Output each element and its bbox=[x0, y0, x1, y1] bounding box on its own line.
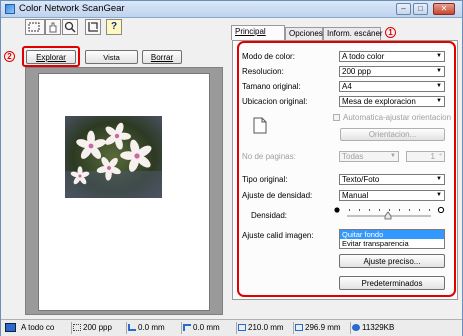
original-size-select[interactable]: A4 ▼ bbox=[339, 81, 445, 92]
density-adjust-label: Ajuste de densidad: bbox=[242, 191, 313, 200]
original-size-value: A4 bbox=[342, 82, 352, 91]
status-offset-x: 0.0 mm bbox=[126, 322, 182, 334]
pages-count-stepper[interactable]: 1 ÷ bbox=[406, 151, 445, 162]
chevron-down-icon: ▼ bbox=[436, 192, 442, 198]
density-slider[interactable] bbox=[333, 204, 447, 222]
image-quality-option[interactable]: Quitar fondo bbox=[340, 230, 444, 239]
pages-select[interactable]: Todas ▼ bbox=[339, 151, 399, 162]
scanner-icon bbox=[5, 323, 16, 332]
auto-orient-checkbox[interactable] bbox=[333, 114, 340, 121]
select-tool-icon[interactable] bbox=[25, 19, 45, 35]
resolution-label: Resolucion: bbox=[242, 67, 284, 76]
tab-inform-label: Inform. escáner bbox=[327, 29, 383, 38]
original-type-label: Tipo original: bbox=[242, 175, 288, 184]
auto-orient-label: Automatica-ajustar orientacion bbox=[343, 113, 452, 122]
status-color-mode: A todo co bbox=[19, 322, 72, 334]
status-resolution-text: 200 ppp bbox=[83, 323, 112, 332]
chevron-down-icon: ▼ bbox=[436, 68, 442, 74]
status-height: 296.9 mm bbox=[293, 322, 351, 334]
status-height-text: 296.9 mm bbox=[305, 323, 341, 332]
image-quality-label: Ajuste calid imagen: bbox=[242, 231, 314, 240]
scan-button-label: Explorar bbox=[36, 53, 66, 62]
maximize-button[interactable]: □ bbox=[413, 3, 428, 15]
minimize-button[interactable]: – bbox=[396, 3, 411, 15]
chevron-down-icon: ▼ bbox=[436, 83, 442, 89]
height-icon bbox=[295, 324, 303, 331]
chevron-down-icon: ▼ bbox=[436, 98, 442, 104]
status-width: 210.0 mm bbox=[236, 322, 294, 334]
scangear-window: Color Network ScanGear – □ ✕ ? 2 Explora… bbox=[0, 0, 463, 336]
callout-2: 2 bbox=[4, 51, 15, 62]
tab-inform-escaner[interactable]: Inform. escáner bbox=[323, 27, 383, 40]
preview-page bbox=[38, 73, 210, 311]
close-button[interactable]: ✕ bbox=[433, 3, 455, 15]
status-offset-y-text: 0.0 mm bbox=[193, 323, 220, 332]
density-label: Densidad: bbox=[251, 211, 288, 220]
resolution-icon bbox=[73, 324, 81, 331]
callout-1: 1 bbox=[385, 27, 396, 38]
hand-tool-icon[interactable] bbox=[45, 19, 61, 35]
status-offset-x-text: 0.0 mm bbox=[138, 323, 165, 332]
preview-image bbox=[65, 116, 162, 198]
image-quality-list[interactable]: Quitar fondo Evitar transparencia bbox=[339, 229, 445, 249]
original-location-label: Ubicacion original: bbox=[242, 97, 308, 106]
original-size-label: Tamano original: bbox=[242, 82, 301, 91]
original-type-value: Texto/Foto bbox=[342, 175, 380, 184]
resolution-select[interactable]: 200 ppp ▼ bbox=[339, 66, 445, 77]
defaults-label: Predeterminados bbox=[361, 279, 423, 288]
preview-area[interactable] bbox=[25, 67, 223, 315]
status-size-text: 11329KB bbox=[362, 323, 395, 332]
page-orientation-icon bbox=[253, 117, 267, 136]
chevron-down-icon: ▼ bbox=[436, 176, 442, 182]
color-mode-value: A todo color bbox=[342, 52, 385, 61]
status-offset-y: 0.0 mm bbox=[181, 322, 237, 334]
pages-label: No de paginas: bbox=[242, 152, 296, 161]
chevron-down-icon: ▼ bbox=[436, 53, 442, 59]
scan-button[interactable]: Explorar bbox=[26, 50, 76, 64]
offset-y-icon bbox=[183, 324, 191, 331]
zoom-icon[interactable] bbox=[62, 19, 78, 35]
crop-icon[interactable] bbox=[85, 19, 101, 35]
resolution-value: 200 ppp bbox=[342, 67, 371, 76]
chevron-down-icon: ▼ bbox=[390, 153, 396, 159]
fine-adjust-button[interactable]: Ajuste preciso... bbox=[339, 254, 445, 268]
fine-adjust-label: Ajuste preciso... bbox=[363, 257, 421, 266]
defaults-button[interactable]: Predeterminados bbox=[339, 276, 445, 290]
color-mode-label: Modo de color: bbox=[242, 52, 295, 61]
orientation-button-label: Orientacion... bbox=[368, 130, 417, 139]
density-adjust-select[interactable]: Manual ▼ bbox=[339, 190, 445, 201]
status-resolution: 200 ppp bbox=[71, 322, 127, 334]
disk-icon bbox=[352, 324, 360, 331]
clear-button-label: Borrar bbox=[150, 53, 174, 62]
width-icon bbox=[238, 324, 246, 331]
window-title: Color Network ScanGear bbox=[19, 3, 125, 14]
tab-opciones-label: Opciones bbox=[289, 29, 323, 38]
app-icon bbox=[5, 4, 15, 14]
offset-x-icon bbox=[128, 324, 136, 331]
orientation-button[interactable]: Orientacion... bbox=[340, 128, 445, 141]
original-location-value: Mesa de exploracion bbox=[342, 97, 416, 106]
help-icon[interactable]: ? bbox=[106, 19, 122, 35]
stepper-icon: ÷ bbox=[438, 153, 443, 159]
status-color-mode-text: A todo co bbox=[21, 323, 55, 332]
tab-principal-label: Principal bbox=[235, 27, 266, 36]
title-bar: Color Network ScanGear – □ ✕ bbox=[1, 1, 462, 18]
preview-button[interactable]: Vista preliminar bbox=[85, 50, 138, 75]
density-adjust-value: Manual bbox=[342, 191, 369, 200]
pages-value: Todas bbox=[342, 152, 364, 161]
status-size: 11329KB bbox=[350, 322, 412, 334]
color-mode-select[interactable]: A todo color ▼ bbox=[339, 51, 445, 62]
image-quality-option[interactable]: Evitar transparencia bbox=[340, 239, 444, 248]
pages-count-value: 1 bbox=[430, 152, 435, 161]
original-location-select[interactable]: Mesa de exploracion ▼ bbox=[339, 96, 445, 107]
clear-button[interactable]: Borrar bbox=[142, 50, 182, 64]
status-width-text: 210.0 mm bbox=[248, 323, 284, 332]
tab-principal[interactable]: Principal bbox=[231, 25, 285, 40]
tab-opciones[interactable]: Opciones bbox=[285, 27, 323, 40]
status-bar: A todo co 200 ppp 0.0 mm 0.0 mm 210.0 mm… bbox=[1, 319, 462, 336]
original-type-select[interactable]: Texto/Foto ▼ bbox=[339, 174, 445, 185]
